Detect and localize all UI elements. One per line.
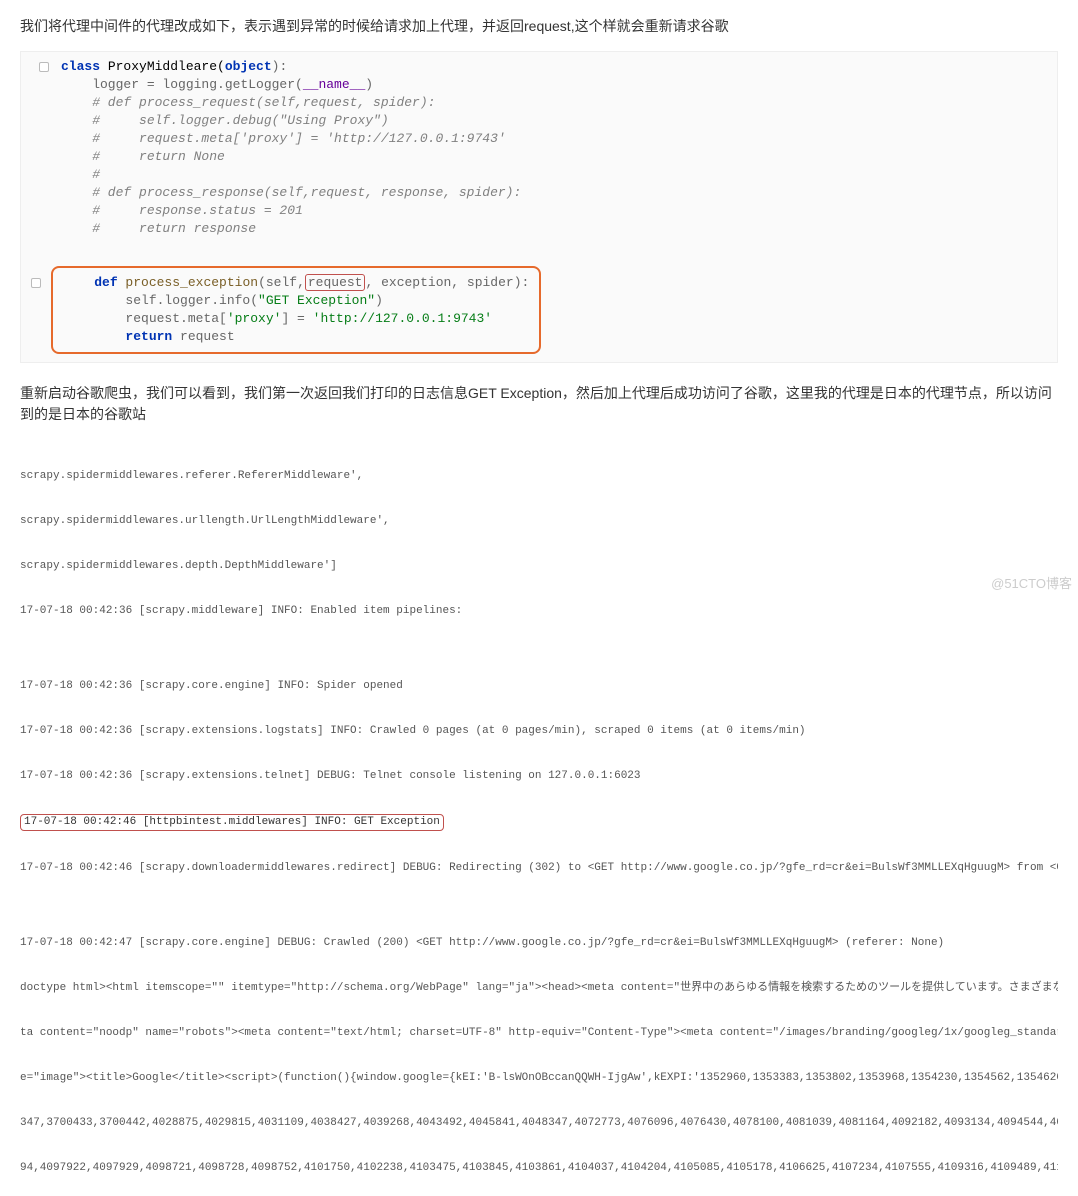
- code-blank: [61, 238, 1047, 256]
- log-line: e="image"><title>Google</title><script>(…: [20, 1071, 1058, 1086]
- code-line: def process_exception(self,request, exce…: [63, 274, 529, 292]
- log-output: scrapy.spidermiddlewares.referer.Referer…: [20, 439, 1058, 1196]
- code-line: self.logger.info("GET Exception"): [63, 292, 529, 310]
- param-request-highlight: request: [305, 274, 366, 291]
- log-line: scrapy.spidermiddlewares.referer.Referer…: [20, 469, 1058, 484]
- code-comment: # request.meta['proxy'] = 'http://127.0.…: [61, 130, 1047, 148]
- log-line: 17-07-18 00:42:36 [scrapy.core.engine] I…: [20, 679, 1058, 694]
- log-line: 17-07-18 00:42:46 [httpbintest.middlewar…: [20, 814, 1058, 831]
- code-comment: # def process_request(self,request, spid…: [61, 94, 1047, 112]
- code-line: request.meta['proxy'] = 'http://127.0.0.…: [63, 310, 529, 328]
- log-line: 347,3700433,3700442,4028875,4029815,4031…: [20, 1116, 1058, 1131]
- code-block: class ProxyMiddleare(object): logger = l…: [20, 51, 1058, 363]
- code-line: class ProxyMiddleare(object):: [61, 58, 1047, 76]
- code-comment: # def process_response(self,request, res…: [61, 184, 1047, 202]
- log-line: 17-07-18 00:42:36 [scrapy.middleware] IN…: [20, 604, 1058, 619]
- code-comment: # response.status = 201: [61, 202, 1047, 220]
- log-line: 17-07-18 00:42:36 [scrapy.extensions.tel…: [20, 769, 1058, 784]
- log-line: ta content="noodp" name="robots"><meta c…: [20, 1026, 1058, 1041]
- code-comment: # self.logger.debug("Using Proxy"): [61, 112, 1047, 130]
- log-highlight-get-exception: 17-07-18 00:42:46 [httpbintest.middlewar…: [20, 814, 444, 831]
- intro-paragraph: 我们将代理中间件的代理改成如下，表示遇到异常的时候给请求加上代理，并返回requ…: [20, 16, 1058, 37]
- code-comment: # return None: [61, 148, 1047, 166]
- highlighted-method-box: def process_exception(self,request, exce…: [51, 266, 541, 354]
- log-line: doctype html><html itemscope="" itemtype…: [20, 981, 1058, 996]
- fold-icon: [31, 278, 41, 288]
- log-line: 17-07-18 00:42:47 [scrapy.core.engine] D…: [20, 936, 1058, 951]
- log-line: 94,4097922,4097929,4098721,4098728,40987…: [20, 1161, 1058, 1176]
- log-line: scrapy.spidermiddlewares.urllength.UrlLe…: [20, 514, 1058, 529]
- code-comment: #: [61, 166, 1047, 184]
- log-line: 17-07-18 00:42:36 [scrapy.extensions.log…: [20, 724, 1058, 739]
- watermark: @51CTO博客: [991, 573, 1072, 592]
- code-line: logger = logging.getLogger(__name__): [61, 76, 1047, 94]
- fold-icon: [39, 62, 49, 72]
- code-comment: # return response: [61, 220, 1047, 238]
- log-line: 17-07-18 00:42:46 [scrapy.downloadermidd…: [20, 861, 1058, 876]
- mid-paragraph: 重新启动谷歌爬虫，我们可以看到，我们第一次返回我们打印的日志信息GET Exce…: [20, 383, 1058, 425]
- log-line: scrapy.spidermiddlewares.depth.DepthMidd…: [20, 559, 1058, 574]
- code-line: return request: [63, 328, 529, 346]
